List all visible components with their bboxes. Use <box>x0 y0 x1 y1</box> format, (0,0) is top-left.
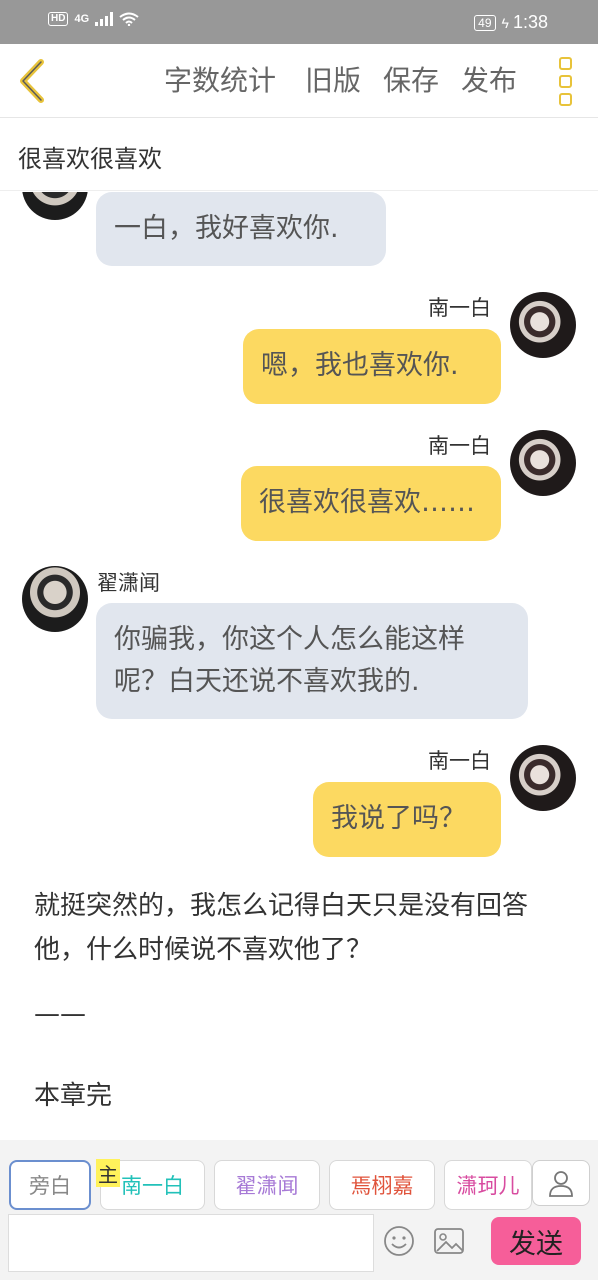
status-left: HD 4G <box>48 12 139 26</box>
avatar[interactable] <box>22 566 88 632</box>
tab-label: 旁白 <box>29 1174 71 1198</box>
old-version-button[interactable]: 旧版 <box>305 63 361 99</box>
character-manager-button[interactable] <box>532 1160 590 1206</box>
chapter-title[interactable]: 很喜欢很喜欢 <box>0 119 598 191</box>
publish-button[interactable]: 发布 <box>461 63 517 99</box>
tab-character-yanxujia[interactable]: 焉栩嘉 <box>329 1160 435 1210</box>
avatar[interactable] <box>510 430 576 496</box>
speaker-name: 南一白 <box>428 749 491 773</box>
chevron-left-icon <box>20 59 44 103</box>
battery-icon: 49 <box>474 14 496 31</box>
send-button[interactable]: 发送 <box>491 1217 581 1265</box>
speaker-name: 翟潇闻 <box>97 571 160 595</box>
narration-text[interactable]: 本章完 <box>34 1074 574 1118</box>
main-character-badge: 主 <box>96 1159 120 1187</box>
image-button[interactable] <box>432 1224 466 1258</box>
status-bar: HD 4G 49 ϟ 1:38 <box>0 0 598 44</box>
speaker-name: 南一白 <box>428 434 491 458</box>
more-dot-icon <box>558 92 572 106</box>
avatar[interactable] <box>22 192 88 220</box>
message-bubble[interactable]: 很喜欢很喜欢…… <box>241 466 501 541</box>
person-icon <box>549 1171 573 1197</box>
tab-narrator[interactable]: 旁白 <box>9 1160 91 1210</box>
message-bubble[interactable]: 一白，我好喜欢你. <box>96 192 386 266</box>
tab-character-zhaixiaowen[interactable]: 翟潇闻 <box>214 1160 320 1210</box>
status-right: 49 ϟ 1:38 <box>474 12 548 33</box>
hd-icon: HD <box>48 12 69 26</box>
speaker-name: 南一白 <box>428 296 491 320</box>
more-menu-button[interactable] <box>552 56 578 106</box>
narration-text[interactable]: 就挺突然的，我怎么记得白天只是没有回答他，什么时候说不喜欢他了？ <box>34 884 574 972</box>
avatar[interactable] <box>510 292 576 358</box>
message-bubble[interactable]: 我说了吗？ <box>313 782 501 857</box>
clock: 1:38 <box>512 12 548 32</box>
more-dot-icon <box>558 56 572 70</box>
tab-character-xiaokeer[interactable]: 潇珂儿 <box>444 1160 532 1210</box>
word-count-button[interactable]: 字数统计 <box>164 63 276 99</box>
emoji-button[interactable] <box>382 1224 416 1258</box>
input-panel: 旁白 南一白 主 翟潇闻 焉栩嘉 潇珂儿 发送 <box>0 1140 598 1280</box>
tab-label: 潇珂儿 <box>456 1174 520 1198</box>
charging-icon: ϟ <box>501 14 509 31</box>
message-input[interactable] <box>8 1214 374 1272</box>
more-dot-icon <box>558 74 572 88</box>
signal-icon <box>95 12 114 26</box>
toolbar: 字数统计 旧版 保存 发布 <box>0 44 598 118</box>
network-label: 4G <box>74 13 90 25</box>
message-bubble[interactable]: 嗯，我也喜欢你. <box>243 329 501 404</box>
save-button[interactable]: 保存 <box>383 63 439 99</box>
tab-label: 翟潇闻 <box>235 1174 299 1198</box>
image-icon <box>434 1228 464 1254</box>
wifi-icon <box>119 12 139 26</box>
avatar[interactable] <box>510 745 576 811</box>
narration-text[interactable]: —— <box>34 992 574 1036</box>
message-bubble[interactable]: 你骗我，你这个人怎么能这样呢？白天还说不喜欢我的. <box>96 603 528 719</box>
chat-area[interactable]: 一白，我好喜欢你. 南一白 嗯，我也喜欢你. 南一白 很喜欢很喜欢…… 翟潇闻 … <box>0 192 598 1140</box>
smiley-icon <box>384 1226 414 1256</box>
tab-label: 南一白 <box>121 1174 184 1198</box>
back-button[interactable] <box>10 56 54 106</box>
tab-label: 焉栩嘉 <box>350 1174 414 1198</box>
